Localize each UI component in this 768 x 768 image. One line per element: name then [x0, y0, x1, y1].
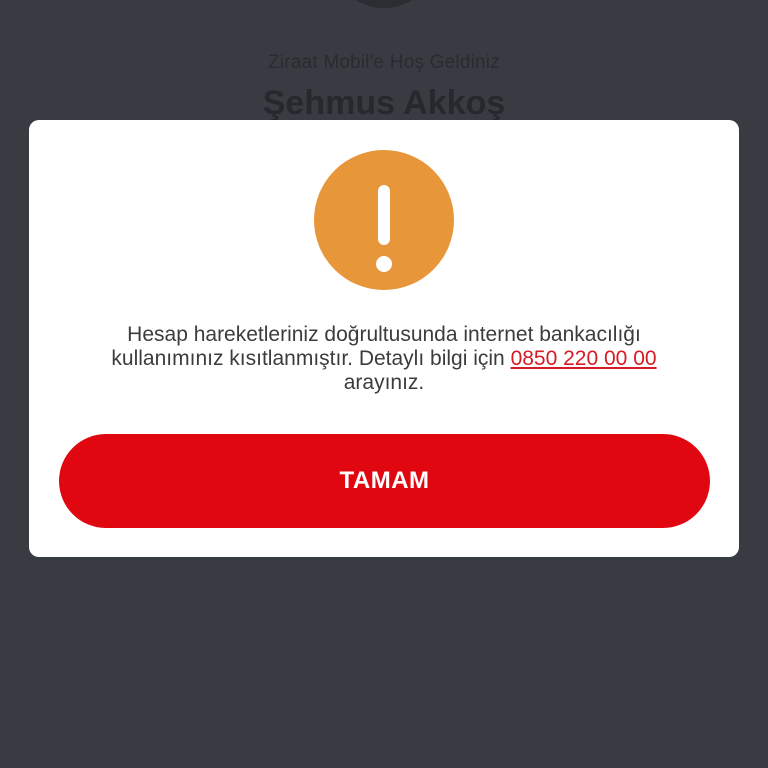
message-text-end: arayınız. [343, 371, 425, 394]
dialog-message: Hesap hareketleriniz doğrultusunda inter… [69, 323, 699, 395]
welcome-text: Ziraat Mobil'e Hoş Geldiniz [268, 52, 500, 73]
avatar [330, 0, 438, 8]
alert-dialog: Hesap hareketleriniz doğrultusunda inter… [29, 120, 739, 557]
ok-button[interactable]: TAMAM [59, 434, 710, 528]
user-name: Şehmus Akkoş [262, 84, 506, 122]
phone-number-link[interactable]: 0850 220 00 00 [511, 347, 657, 370]
exclamation-warning-icon [314, 150, 454, 290]
screen: Ziraat Mobil'e Hoş Geldiniz Şehmus Akkoş… [0, 0, 768, 768]
